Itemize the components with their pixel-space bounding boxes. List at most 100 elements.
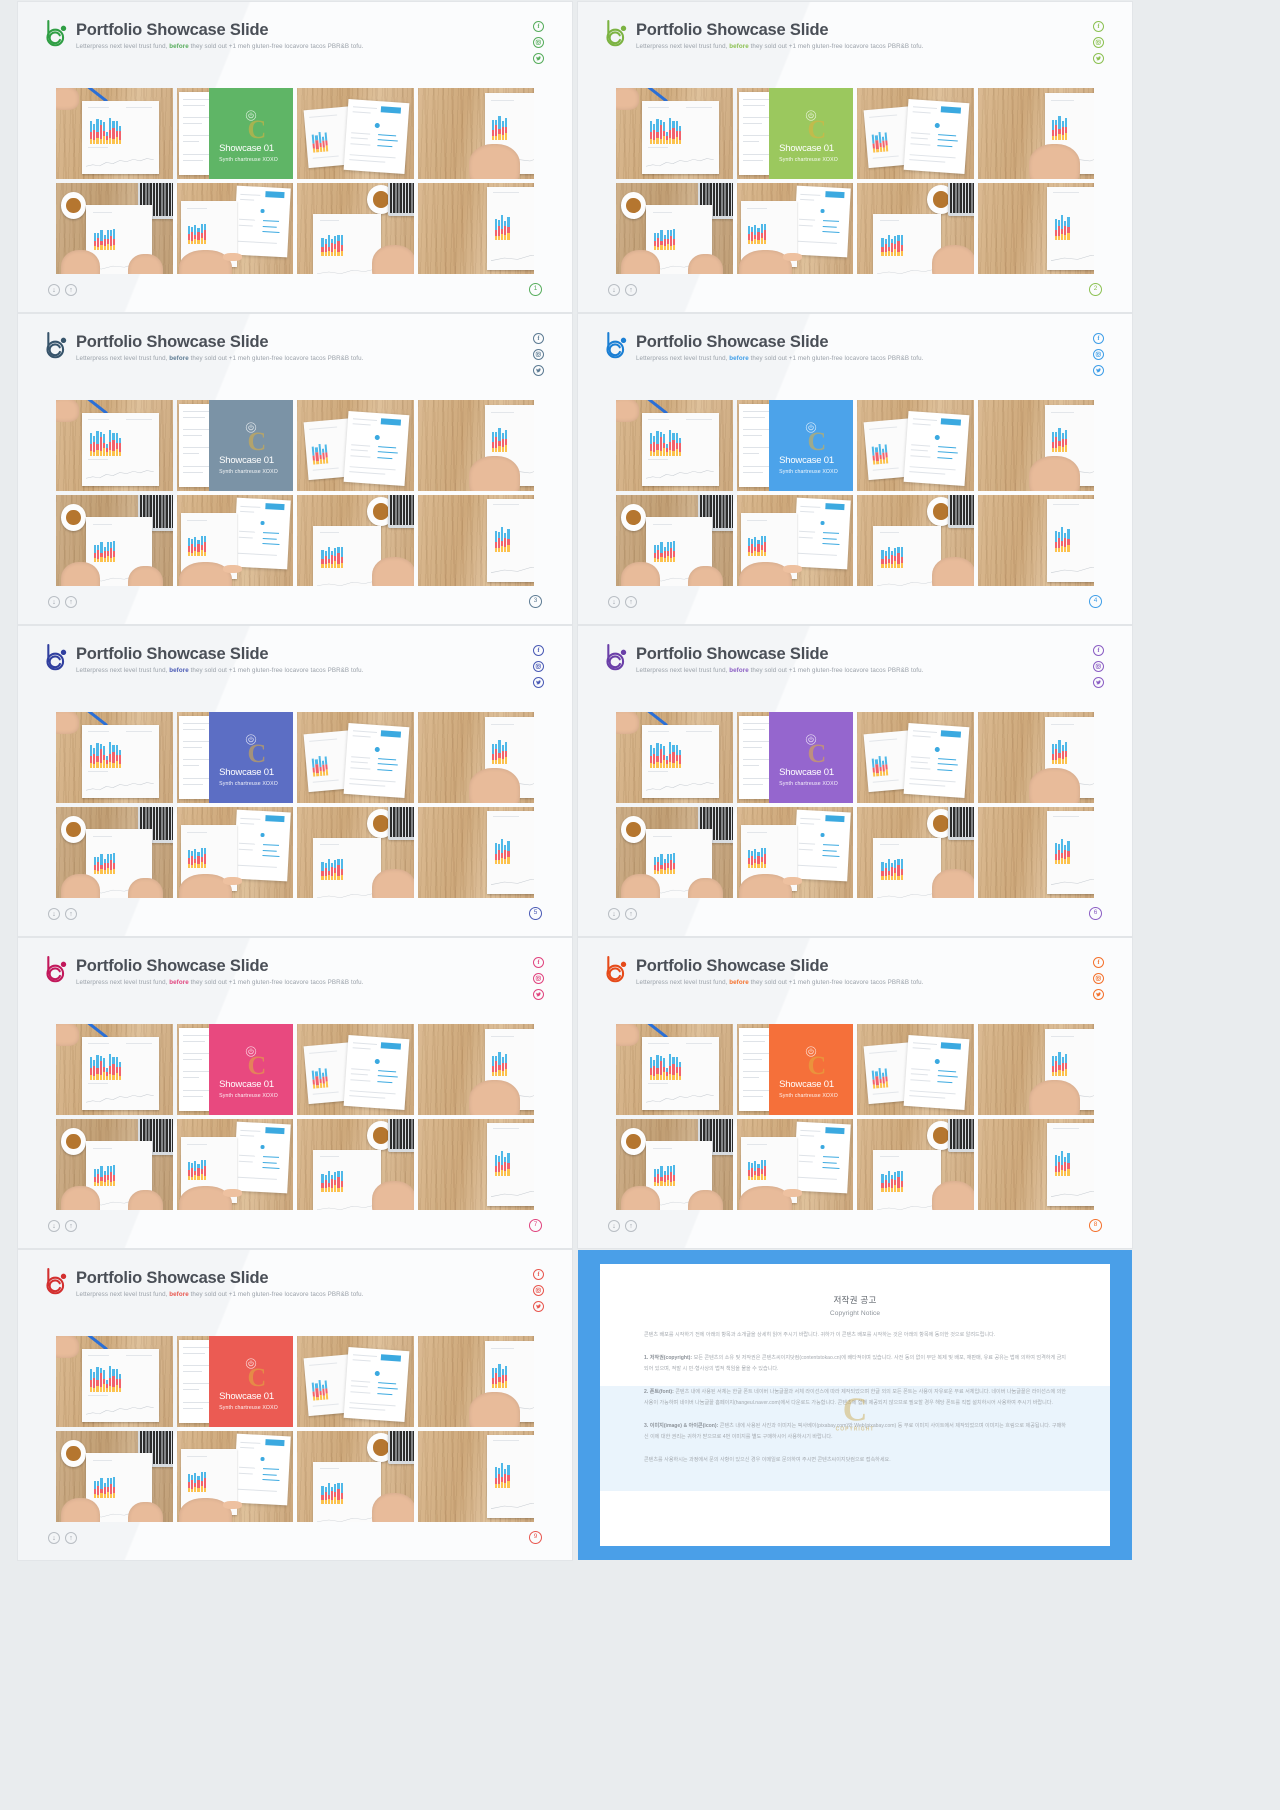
social-links[interactable]: f [1093, 333, 1104, 376]
photo-cell-documents[interactable] [857, 88, 974, 179]
photo-cell-overlay-showcase[interactable]: Showcase 01 Synth chartreuse XOXO C [176, 400, 293, 491]
photo-cell-overlay-showcase[interactable]: Showcase 01 Synth chartreuse XOXO C [176, 712, 293, 803]
photo-cell-chart-closeup[interactable] [977, 495, 1094, 586]
photo-cell-pointing-doc[interactable] [176, 1119, 293, 1210]
photo-cell-coffee-chart[interactable] [616, 807, 733, 898]
nav-up-button[interactable]: ↑ [65, 908, 77, 920]
photo-cell-overlay-showcase[interactable]: Showcase 01 Synth chartreuse XOXO C [736, 88, 853, 179]
photo-cell-chart-closeup[interactable] [977, 183, 1094, 274]
photo-cell-pointing-doc[interactable] [736, 495, 853, 586]
photo-cell-documents[interactable] [297, 1024, 414, 1115]
photo-cell-overlay-showcase[interactable]: Showcase 01 Synth chartreuse XOXO C [176, 1336, 293, 1427]
photo-cell-chart-hand[interactable] [977, 88, 1094, 179]
photo-cell-chart-pen[interactable] [56, 400, 173, 491]
slide-nav[interactable]: ↓ ↑ [48, 1220, 77, 1232]
slide-nav[interactable]: ↓ ↑ [608, 1220, 637, 1232]
facebook-icon[interactable]: f [533, 957, 544, 968]
twitter-icon[interactable] [533, 1301, 544, 1312]
photo-cell-chart-pen[interactable] [616, 1024, 733, 1115]
nav-up-button[interactable]: ↑ [625, 1220, 637, 1232]
photo-cell-documents[interactable] [297, 400, 414, 491]
slide-card-5[interactable]: Portfolio Showcase Slide Letterpress nex… [18, 626, 572, 936]
twitter-icon[interactable] [1093, 989, 1104, 1000]
photo-cell-overlay-showcase[interactable]: Showcase 01 Synth chartreuse XOXO C [736, 400, 853, 491]
slide-card-6[interactable]: Portfolio Showcase Slide Letterpress nex… [578, 626, 1132, 936]
nav-up-button[interactable]: ↑ [65, 1220, 77, 1232]
facebook-icon[interactable]: f [1093, 645, 1104, 656]
slide-card-4[interactable]: Portfolio Showcase Slide Letterpress nex… [578, 314, 1132, 624]
nav-down-button[interactable]: ↓ [48, 1220, 60, 1232]
photo-cell-chart-hand[interactable] [977, 400, 1094, 491]
nav-up-button[interactable]: ↑ [65, 284, 77, 296]
nav-up-button[interactable]: ↑ [65, 596, 77, 608]
instagram-icon[interactable] [1093, 973, 1104, 984]
instagram-icon[interactable] [533, 37, 544, 48]
photo-cell-chart-closeup[interactable] [417, 1431, 534, 1522]
twitter-icon[interactable] [1093, 53, 1104, 64]
photo-cell-chart-hand[interactable] [977, 1024, 1094, 1115]
photo-cell-overlay-showcase[interactable]: Showcase 01 Synth chartreuse XOXO C [176, 88, 293, 179]
slide-card-3[interactable]: Portfolio Showcase Slide Letterpress nex… [18, 314, 572, 624]
instagram-icon[interactable] [1093, 661, 1104, 672]
photo-cell-chart-pen[interactable] [616, 400, 733, 491]
nav-up-button[interactable]: ↑ [65, 1532, 77, 1544]
photo-cell-chart-pen[interactable] [56, 1024, 173, 1115]
instagram-icon[interactable] [533, 349, 544, 360]
photo-cell-documents[interactable] [297, 88, 414, 179]
twitter-icon[interactable] [533, 677, 544, 688]
photo-cell-chart-hand[interactable] [417, 712, 534, 803]
slide-card-2[interactable]: Portfolio Showcase Slide Letterpress nex… [578, 2, 1132, 312]
instagram-icon[interactable] [533, 1285, 544, 1296]
photo-cell-coffee-laptop[interactable] [857, 495, 974, 586]
photo-cell-coffee-chart[interactable] [56, 807, 173, 898]
photo-cell-pointing-doc[interactable] [176, 495, 293, 586]
nav-up-button[interactable]: ↑ [625, 284, 637, 296]
instagram-icon[interactable] [533, 973, 544, 984]
photo-cell-chart-pen[interactable] [616, 712, 733, 803]
photo-cell-documents[interactable] [857, 1024, 974, 1115]
photo-cell-coffee-chart[interactable] [616, 183, 733, 274]
photo-cell-chart-closeup[interactable] [417, 1119, 534, 1210]
photo-cell-coffee-laptop[interactable] [297, 1119, 414, 1210]
facebook-icon[interactable]: f [533, 21, 544, 32]
nav-down-button[interactable]: ↓ [608, 284, 620, 296]
photo-cell-pointing-doc[interactable] [176, 807, 293, 898]
photo-cell-chart-hand[interactable] [417, 1024, 534, 1115]
nav-up-button[interactable]: ↑ [625, 596, 637, 608]
nav-down-button[interactable]: ↓ [48, 1532, 60, 1544]
twitter-icon[interactable] [533, 53, 544, 64]
photo-cell-documents[interactable] [297, 1336, 414, 1427]
photo-cell-chart-hand[interactable] [417, 1336, 534, 1427]
photo-cell-documents[interactable] [297, 712, 414, 803]
photo-cell-chart-hand[interactable] [417, 88, 534, 179]
social-links[interactable]: f [533, 957, 544, 1000]
nav-down-button[interactable]: ↓ [48, 596, 60, 608]
nav-down-button[interactable]: ↓ [48, 908, 60, 920]
photo-cell-coffee-chart[interactable] [616, 1119, 733, 1210]
photo-cell-chart-closeup[interactable] [417, 183, 534, 274]
twitter-icon[interactable] [533, 365, 544, 376]
photo-cell-pointing-doc[interactable] [736, 183, 853, 274]
photo-cell-chart-pen[interactable] [56, 1336, 173, 1427]
slide-nav[interactable]: ↓ ↑ [608, 596, 637, 608]
photo-cell-chart-closeup[interactable] [417, 807, 534, 898]
photo-cell-coffee-laptop[interactable] [297, 1431, 414, 1522]
slide-nav[interactable]: ↓ ↑ [48, 596, 77, 608]
social-links[interactable]: f [533, 1269, 544, 1312]
social-links[interactable]: f [533, 333, 544, 376]
photo-cell-pointing-doc[interactable] [736, 807, 853, 898]
photo-cell-documents[interactable] [857, 400, 974, 491]
slide-card-8[interactable]: Portfolio Showcase Slide Letterpress nex… [578, 938, 1132, 1248]
photo-cell-chart-pen[interactable] [616, 88, 733, 179]
photo-cell-chart-hand[interactable] [977, 712, 1094, 803]
photo-cell-coffee-laptop[interactable] [857, 1119, 974, 1210]
social-links[interactable]: f [1093, 957, 1104, 1000]
facebook-icon[interactable]: f [533, 645, 544, 656]
photo-cell-coffee-laptop[interactable] [297, 183, 414, 274]
photo-cell-coffee-laptop[interactable] [297, 495, 414, 586]
slide-card-7[interactable]: Portfolio Showcase Slide Letterpress nex… [18, 938, 572, 1248]
copyright-slide[interactable]: 저작권 공고 Copyright Notice 콘텐츠 배포를 시작하기 전에 아래… [578, 1250, 1132, 1560]
photo-cell-coffee-chart[interactable] [616, 495, 733, 586]
nav-up-button[interactable]: ↑ [625, 908, 637, 920]
nav-down-button[interactable]: ↓ [608, 908, 620, 920]
